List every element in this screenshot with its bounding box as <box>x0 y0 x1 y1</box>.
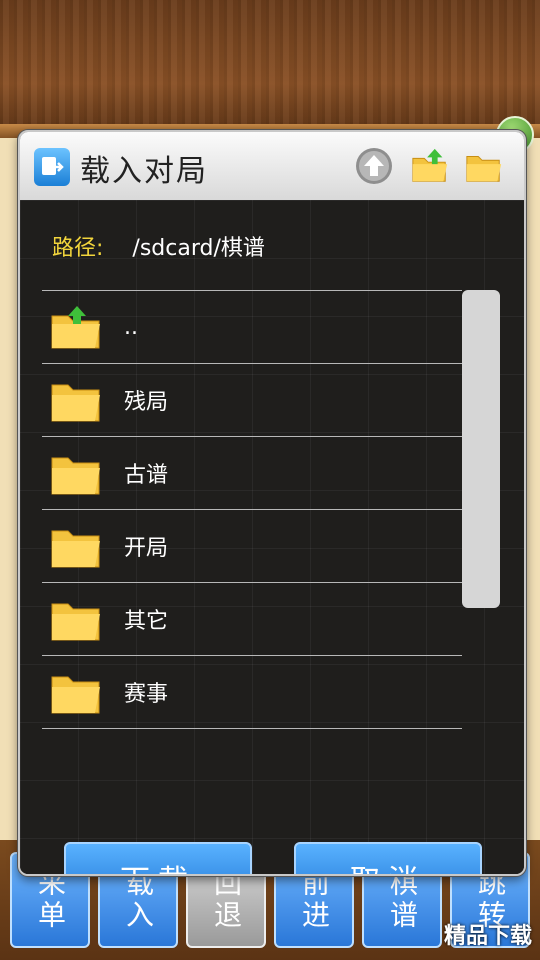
parent-folder-button[interactable] <box>410 146 450 186</box>
dialog-body: 路径: /sdcard/棋谱 .. 残局 古谱 开局 其它 赛事 <box>20 200 524 874</box>
entry-name: 开局 <box>124 536 169 561</box>
path-label: 路径: <box>52 236 104 261</box>
folder-icon <box>50 450 102 496</box>
up-directory-button[interactable] <box>354 146 394 186</box>
list-item[interactable]: 赛事 <box>42 655 462 728</box>
dialog-title: 载入对局 <box>80 154 208 189</box>
cancel-button[interactable]: 取消 <box>294 842 482 874</box>
list-item[interactable]: 其它 <box>42 582 462 655</box>
path-row: 路径: /sdcard/棋谱 <box>52 230 265 262</box>
path-value: /sdcard/棋谱 <box>132 236 265 261</box>
entry-name: 古谱 <box>124 463 169 488</box>
wood-header <box>0 0 540 140</box>
folder-icon <box>50 742 102 744</box>
list-item[interactable]: 残局 <box>42 363 462 436</box>
download-button[interactable]: 下载 <box>64 842 252 874</box>
load-game-icon <box>34 148 70 186</box>
watermark: 精品下载 <box>443 924 532 949</box>
file-list: .. 残局 古谱 开局 其它 赛事 <box>42 290 462 744</box>
entry-name: 其它 <box>124 609 169 634</box>
folder-up-icon <box>50 304 102 350</box>
dialog-header: 载入对局 <box>20 132 524 201</box>
entry-name: .. <box>124 314 138 340</box>
load-game-dialog: 载入对局 路径: /sdcard/棋谱 .. 残局 古谱 开局 其它 赛事 <box>18 130 526 876</box>
list-scrollbar[interactable] <box>462 290 500 608</box>
folder-icon <box>50 523 102 569</box>
arrow-up-icon <box>356 148 392 184</box>
folder-icon <box>50 596 102 642</box>
list-item-partial[interactable] <box>42 728 462 744</box>
list-item[interactable]: 古谱 <box>42 436 462 509</box>
entry-name: 赛事 <box>124 682 169 707</box>
folder-open-icon <box>466 156 502 182</box>
folder-icon <box>50 377 102 423</box>
open-folder-button[interactable] <box>464 146 504 186</box>
entry-name: 残局 <box>124 390 169 415</box>
list-item[interactable]: .. <box>42 290 462 363</box>
folder-icon <box>50 669 102 715</box>
list-item[interactable]: 开局 <box>42 509 462 582</box>
folder-up-icon <box>412 148 448 182</box>
